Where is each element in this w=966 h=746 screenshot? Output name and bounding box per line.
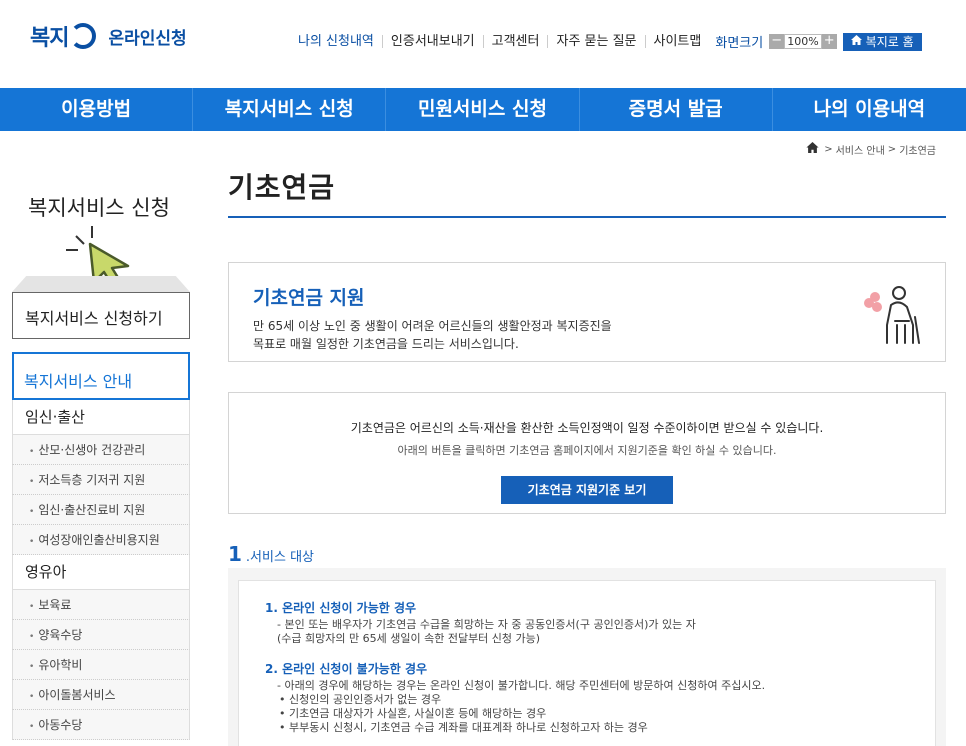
section-heading: 1 .서비스 대상	[228, 542, 314, 566]
sidebar-item[interactable]: 여성장애인출산비용지원	[12, 525, 190, 555]
sidebar-category-pregnancy[interactable]: 임신·출산	[12, 400, 190, 435]
zoom-value: 100%	[784, 34, 822, 49]
page-title: 기초연금	[228, 171, 336, 204]
utility-nav: 나의 신청내역 인증서내보내기 고객센터 자주 묻는 질문 사이트맵 화면크기 …	[290, 32, 922, 51]
group-bullet: • 부부동시 신청시, 기초연금 수급 계좌를 대표계좌 하나로 신청하고자 하…	[279, 721, 648, 734]
group-line: - 아래의 경우에 해당하는 경우는 온라인 신청이 불가합니다. 해당 주민센…	[277, 679, 766, 692]
plus-icon[interactable]: +	[821, 34, 837, 49]
group-bullet: • 신청인의 공인인증서가 없는 경우	[279, 693, 442, 706]
section-title: .서비스 대상	[245, 550, 314, 565]
sidebar-item[interactable]: 아동수당	[12, 710, 190, 740]
utility-link-cert-export[interactable]: 인증서내보내기	[383, 35, 484, 48]
logo-ring-icon	[70, 23, 97, 49]
title-divider	[228, 216, 946, 218]
welfare-home-label: 복지로 홈	[865, 35, 914, 49]
home-icon	[850, 35, 862, 48]
decorative-roof	[12, 276, 190, 292]
utility-link-customer-center[interactable]: 고객센터	[484, 35, 549, 48]
support-card: 기초연금 지원 만 65세 이상 노인 중 생활이 어려운 어르신들의 생활안정…	[228, 262, 946, 362]
sidebar-item[interactable]: 보육료	[12, 590, 190, 620]
eligibility-notice-card: 기초연금은 어르신의 소득·재산을 환산한 소득인정액이 일정 수준이하이면 받…	[228, 392, 946, 514]
support-description: 만 65세 이상 노인 중 생활이 어려운 어르신들의 생활안정과 복지증진을 …	[253, 317, 713, 353]
nav-certificate[interactable]: 증명서 발급	[580, 88, 773, 131]
sidebar-category-infant[interactable]: 영유아	[12, 555, 190, 590]
breadcrumb-current: 기초연금	[899, 146, 936, 157]
logo[interactable]: 복지 온라인신청	[30, 20, 187, 52]
online-possible-group: 1. 온라인 신청이 가능한 경우 - 본인 또는 배우자가 기초연금 수급을 …	[265, 599, 935, 646]
welfare-home-button[interactable]: 복지로 홈	[842, 32, 922, 51]
section-number: 1	[228, 542, 242, 566]
service-target-box: 1. 온라인 신청이 가능한 경우 - 본인 또는 배우자가 기초연금 수급을 …	[228, 568, 946, 746]
sidebar-item[interactable]: 양육수당	[12, 620, 190, 650]
zoom-control: 화면크기 − 100% +	[715, 32, 837, 51]
home-icon[interactable]	[806, 142, 819, 157]
utility-link-sitemap[interactable]: 사이트맵	[646, 35, 710, 48]
notice-line2: 아래의 버튼을 클릭하면 기초연금 홈페이지에서 지원기준을 확인 하실 수 있…	[397, 444, 777, 457]
sidebar-item[interactable]: 아이돌봄서비스	[12, 680, 190, 710]
sidebar-item[interactable]: 유아학비	[12, 650, 190, 680]
breadcrumb-separator: >	[824, 144, 833, 155]
breadcrumb: > 서비스 안내 > 기초연금	[806, 142, 936, 157]
service-target-content: 1. 온라인 신청이 가능한 경우 - 본인 또는 배우자가 기초연금 수급을 …	[238, 580, 936, 746]
support-desc-line1: 만 65세 이상 노인 중 생활이 어려운 어르신들의 생활안정과 복지증진을	[253, 319, 612, 333]
elder-icon	[857, 281, 923, 351]
minus-icon[interactable]: −	[769, 34, 785, 49]
breadcrumb-item[interactable]: 서비스 안내	[836, 142, 885, 157]
sidebar-item[interactable]: 임신·출산진료비 지원	[12, 495, 190, 525]
zoom-label: 화면크기	[715, 36, 764, 51]
group-line: (수급 희망자의 만 65세 생일이 속한 전달부터 신청 가능)	[277, 632, 541, 645]
main-nav: 이용방법 복지서비스 신청 민원서비스 신청 증명서 발급 나의 이용내역	[0, 88, 966, 131]
notice-line1: 기초연금은 어르신의 소득·재산을 환산한 소득인정액이 일정 수준이하이면 받…	[350, 421, 824, 435]
logo-subtitle: 온라인신청	[108, 28, 187, 49]
welfare-apply-button[interactable]: 복지서비스 신청하기	[12, 292, 190, 339]
group-bullet: • 기초연금 대상자가 사실혼, 사실이혼 등에 해당하는 경우	[279, 707, 547, 720]
nav-my-history[interactable]: 나의 이용내역	[773, 88, 966, 131]
sidebar-guide-title[interactable]: 복지서비스 안내	[12, 352, 190, 400]
utility-link-faq[interactable]: 자주 묻는 질문	[548, 35, 646, 48]
support-title: 기초연금 지원	[253, 287, 365, 309]
support-desc-line2: 목표로 매월 일정한 기초연금을 드리는 서비스입니다.	[253, 337, 519, 351]
online-impossible-group: 2. 온라인 신청이 불가능한 경우 - 아래의 경우에 해당하는 경우는 온라…	[265, 660, 935, 735]
nav-usage[interactable]: 이용방법	[0, 88, 194, 131]
breadcrumb-separator: >	[887, 144, 897, 155]
utility-link-my-applications[interactable]: 나의 신청내역	[290, 35, 383, 48]
top-header: 복지 온라인신청 나의 신청내역 인증서내보내기 고객센터 자주 묻는 질문 사…	[0, 0, 966, 88]
nav-civil-apply[interactable]: 민원서비스 신청	[386, 88, 580, 131]
sidebar-title: 복지서비스 신청	[28, 196, 170, 220]
view-criteria-button[interactable]: 기초연금 지원기준 보기	[501, 476, 673, 504]
logo-mark: 복지	[30, 20, 97, 52]
group-line: - 본인 또는 배우자가 기초연금 수급을 희망하는 자 중 공동인증서(구 공…	[277, 618, 696, 631]
group-heading: 1. 온라인 신청이 가능한 경우	[265, 601, 417, 615]
sidebar-item[interactable]: 저소득층 기저귀 지원	[12, 465, 190, 495]
sidebar-menu: 임신·출산 산모·신생아 건강관리 저소득층 기저귀 지원 임신·출산진료비 지…	[12, 400, 190, 740]
nav-welfare-apply[interactable]: 복지서비스 신청	[193, 88, 387, 131]
group-heading: 2. 온라인 신청이 불가능한 경우	[265, 662, 428, 676]
sidebar-item[interactable]: 산모·신생아 건강관리	[12, 435, 190, 465]
